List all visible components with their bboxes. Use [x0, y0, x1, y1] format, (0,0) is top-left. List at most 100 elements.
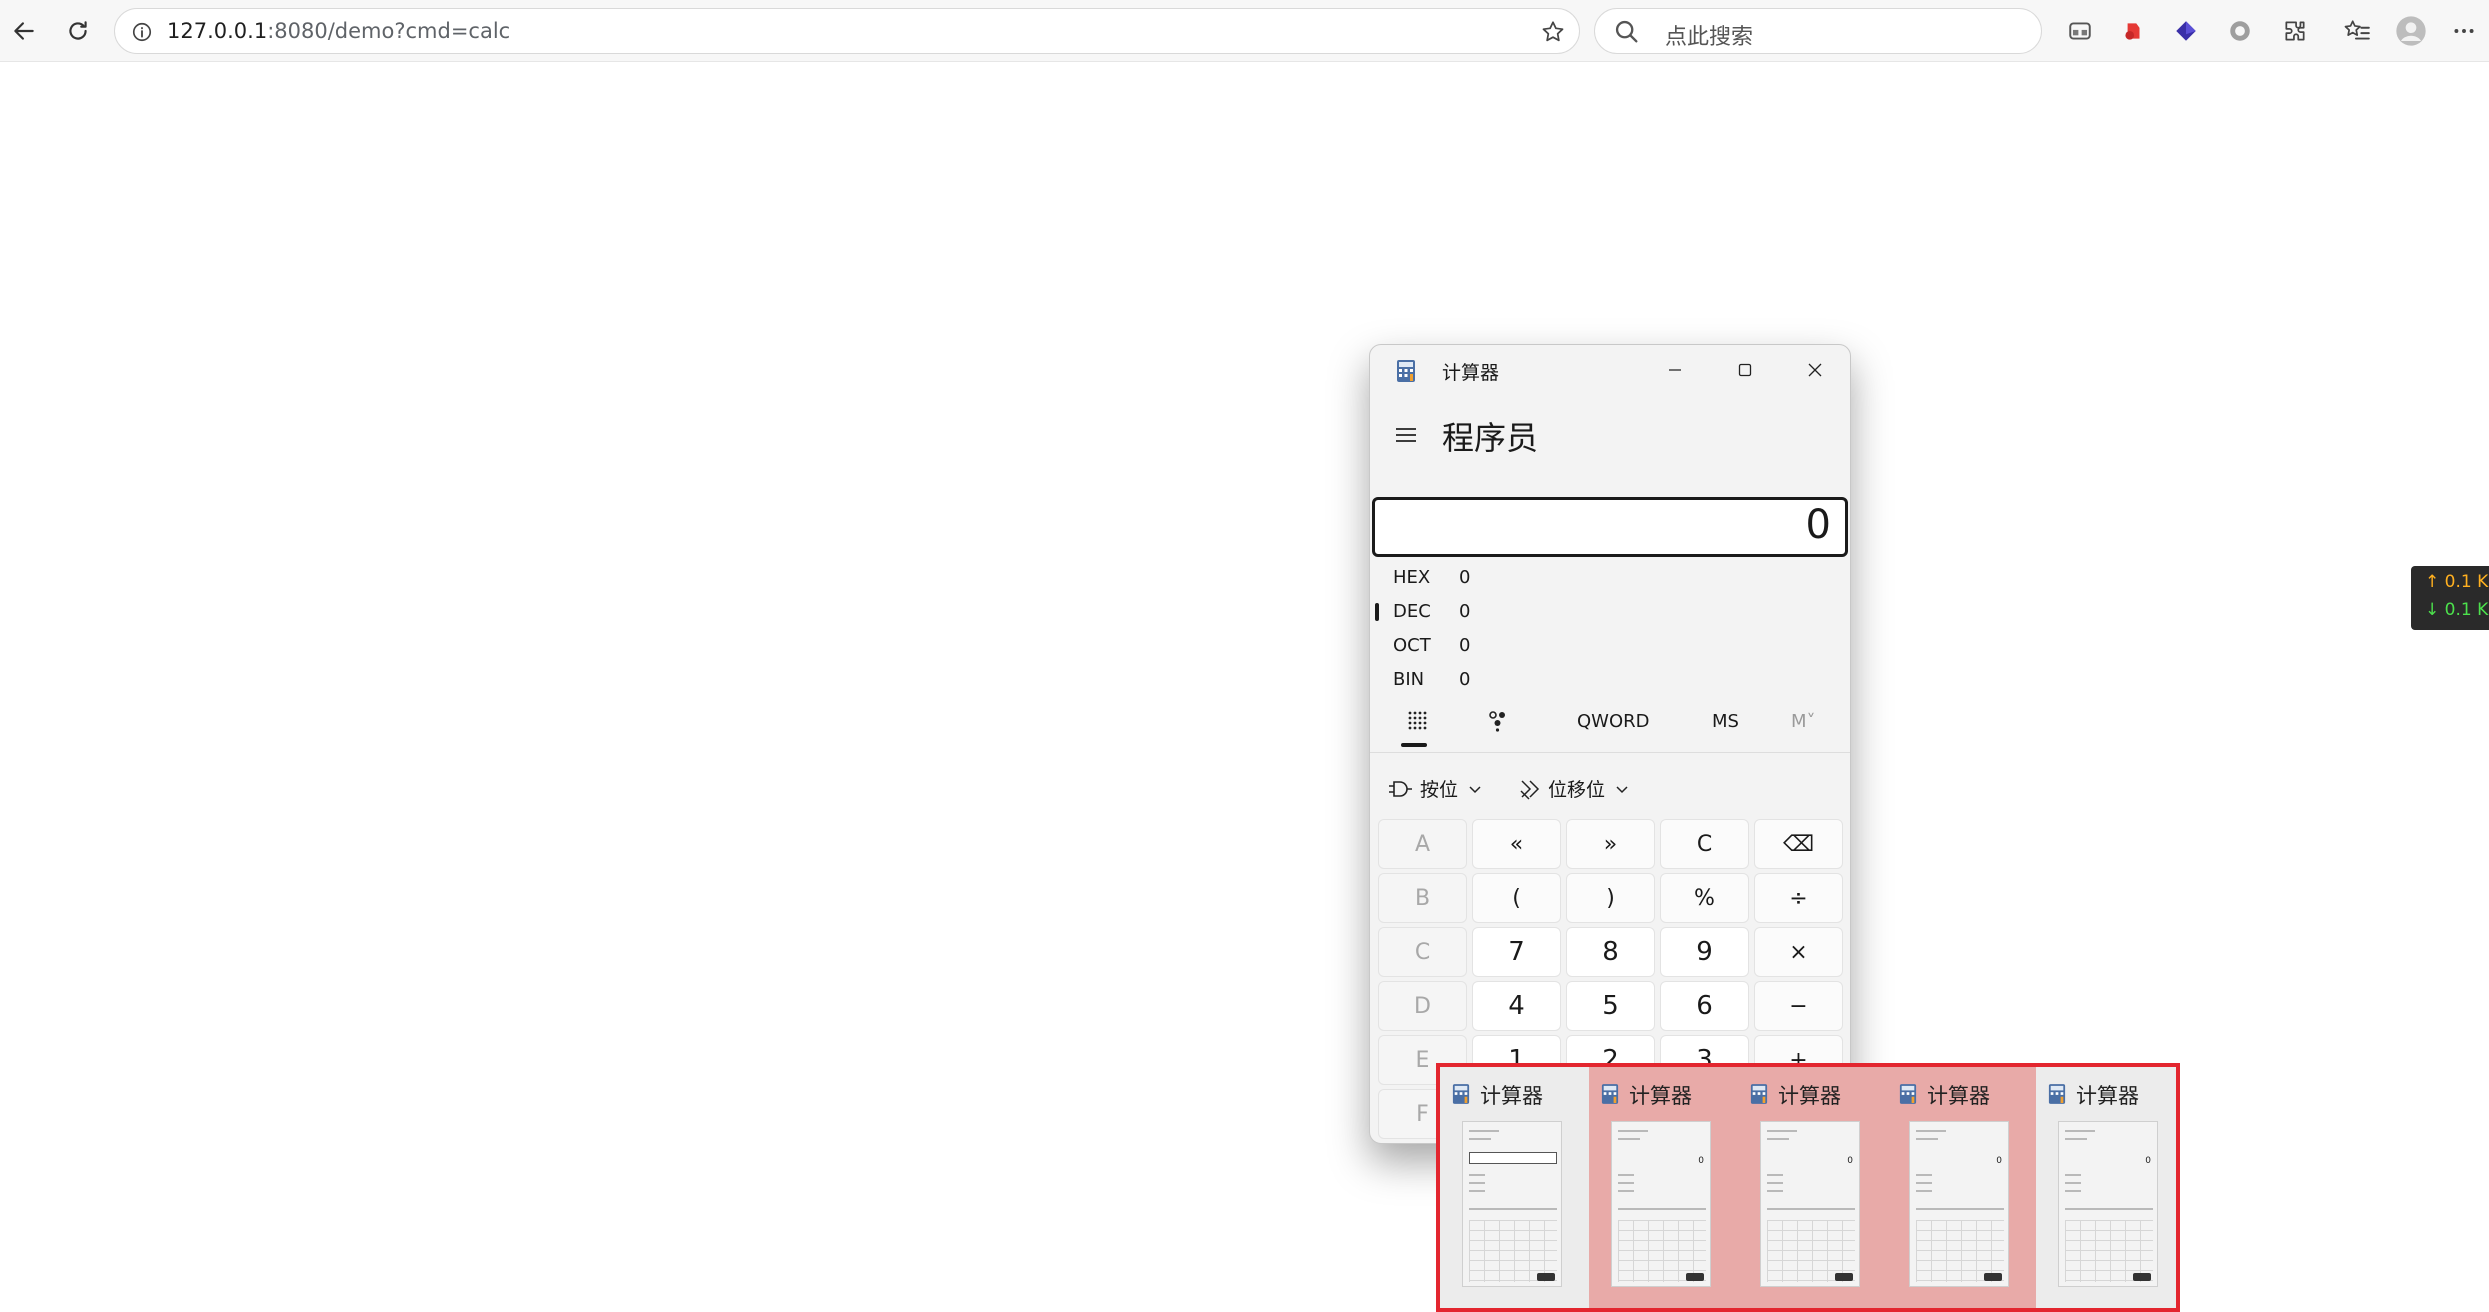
calculator-titlebar[interactable]: 计算器 [1370, 345, 1850, 395]
mini-line [2065, 1138, 2087, 1140]
extension-circle-icon[interactable] [2222, 13, 2258, 49]
search-box[interactable]: 点此搜索 [1594, 8, 2042, 54]
mini-line [2065, 1174, 2081, 1176]
mini-line [1618, 1208, 1706, 1210]
radix-oct-value: 0 [1459, 635, 1471, 656]
bitwise-dropdown[interactable]: 按位 [1388, 775, 1484, 802]
thumbnail-item[interactable]: 计算器 0 [1738, 1067, 1887, 1308]
memory-list-button[interactable]: M˅ [1791, 711, 1816, 732]
thumbnail-item[interactable]: 计算器 0 [1589, 1067, 1738, 1308]
bitwise-label: 按位 [1420, 779, 1459, 801]
mini-line [1469, 1182, 1485, 1184]
key-rotate-left[interactable]: « [1472, 819, 1561, 869]
url-path: :8080/demo?cmd=calc [267, 19, 511, 43]
radix-hex-label: HEX [1393, 567, 1431, 588]
calculator-app-icon [2048, 1084, 2066, 1104]
mini-line [2065, 1208, 2153, 1210]
radix-bin[interactable]: BIN 0 [1370, 663, 1850, 697]
more-menu-icon[interactable] [2446, 13, 2482, 49]
key-8[interactable]: 8 [1566, 927, 1655, 977]
minimize-icon[interactable] [1640, 345, 1710, 395]
mini-line [1767, 1190, 1783, 1192]
key-hex-b[interactable]: B [1378, 873, 1467, 923]
key-open-paren[interactable]: ( [1472, 873, 1561, 923]
word-size-button[interactable]: QWORD [1577, 711, 1650, 732]
favorites-list-icon[interactable] [2339, 13, 2375, 49]
radix-hex[interactable]: HEX 0 [1370, 561, 1850, 595]
key-4[interactable]: 4 [1472, 981, 1561, 1031]
mini-equals-key [1686, 1273, 1704, 1281]
thumbnail-image: 0 [1760, 1121, 1860, 1287]
url-host: 127.0.0.1 [167, 19, 268, 43]
key-hex-c[interactable]: C [1378, 927, 1467, 977]
thumbnail-item[interactable]: 计算器 0 [1887, 1067, 2036, 1308]
extension-diamond-icon[interactable] [2168, 13, 2204, 49]
mini-equals-key [1984, 1273, 2002, 1281]
key-close-paren[interactable]: ) [1566, 873, 1655, 923]
mini-line [1916, 1174, 1932, 1176]
back-icon[interactable] [6, 13, 42, 49]
chevron-down-icon [1616, 785, 1628, 793]
search-placeholder: 点此搜索 [1665, 25, 1754, 50]
mini-display-value: 0 [1698, 1156, 1704, 1166]
result-display: 0 [1372, 497, 1848, 557]
calculator-app-icon [1750, 1084, 1768, 1104]
radix-oct[interactable]: OCT 0 [1370, 629, 1850, 663]
thumbnail-item[interactable]: 计算器 0 [2036, 1067, 2185, 1308]
mini-line [1767, 1208, 1855, 1210]
calculator-app-icon [1601, 1084, 1619, 1104]
radix-hex-value: 0 [1459, 567, 1471, 588]
mini-line [1767, 1174, 1783, 1176]
mini-display-value: 0 [2145, 1156, 2151, 1166]
upload-speed: ↑ 0.1 K [2425, 572, 2489, 592]
extension-red-icon[interactable] [2115, 13, 2151, 49]
mini-display-value: 0 [1847, 1156, 1853, 1166]
key-9[interactable]: 9 [1660, 927, 1749, 977]
options-row: QWORD MS M˅ [1370, 701, 1850, 753]
thumbnail-title: 计算器 [1629, 1084, 1692, 1108]
key-multiply[interactable]: × [1754, 927, 1843, 977]
key-7[interactable]: 7 [1472, 927, 1561, 977]
key-hex-a[interactable]: A [1378, 819, 1467, 869]
maximize-icon[interactable] [1710, 345, 1780, 395]
site-info-icon[interactable] [127, 17, 157, 47]
thumbnail-item[interactable]: 计算器 [1440, 1067, 1589, 1308]
mini-line [2065, 1130, 2095, 1132]
navigation-menu-icon[interactable] [1392, 421, 1420, 449]
memory-store-button[interactable]: MS [1712, 711, 1739, 732]
key-backspace[interactable]: ⌫ [1754, 819, 1843, 869]
key-clear[interactable]: C [1660, 819, 1749, 869]
thumbnail-image: 0 [1611, 1121, 1711, 1287]
address-bar[interactable]: 127.0.0.1:8080/demo?cmd=calc [114, 8, 1580, 54]
bit-toggle-keypad-icon[interactable] [1486, 709, 1510, 733]
mini-line [1469, 1190, 1485, 1192]
key-6[interactable]: 6 [1660, 981, 1749, 1031]
calculator-app-icon [1397, 360, 1415, 382]
radix-dec[interactable]: DEC 0 [1370, 595, 1850, 629]
screen: 127.0.0.1:8080/demo?cmd=calc 点此搜索 计算器 程序… [0, 0, 2489, 1312]
display-value: 0 [1805, 502, 1831, 548]
mini-line [1916, 1182, 1932, 1184]
full-keypad-icon[interactable] [1406, 709, 1428, 733]
bitshift-dropdown[interactable]: 位移位 [1518, 775, 1631, 802]
bitwise-row: 按位 位移位 [1370, 763, 1850, 813]
extensions-puzzle-icon[interactable] [2277, 13, 2313, 49]
mini-line [1767, 1130, 1797, 1132]
key-hex-d[interactable]: D [1378, 981, 1467, 1031]
mini-line [1469, 1130, 1499, 1132]
close-icon[interactable] [1780, 345, 1850, 395]
key-divide[interactable]: ÷ [1754, 873, 1843, 923]
favorite-star-icon[interactable] [1537, 16, 1569, 48]
bit-shift-icon [1520, 779, 1540, 800]
calculator-window[interactable]: 计算器 程序员 0 HEX 0 DEC 0 OCT 0 BIN 0 QWORD … [1369, 344, 1851, 1144]
radix-dec-label: DEC [1393, 601, 1431, 622]
key-rotate-right[interactable]: » [1566, 819, 1655, 869]
reload-icon[interactable] [60, 13, 96, 49]
key-minus[interactable]: − [1754, 981, 1843, 1031]
profile-avatar-icon[interactable] [2393, 13, 2429, 49]
mini-line [1618, 1138, 1640, 1140]
url-text[interactable]: 127.0.0.1:8080/demo?cmd=calc [167, 19, 510, 43]
tab-actions-icon[interactable] [2062, 13, 2098, 49]
key-5[interactable]: 5 [1566, 981, 1655, 1031]
key-percent[interactable]: % [1660, 873, 1749, 923]
